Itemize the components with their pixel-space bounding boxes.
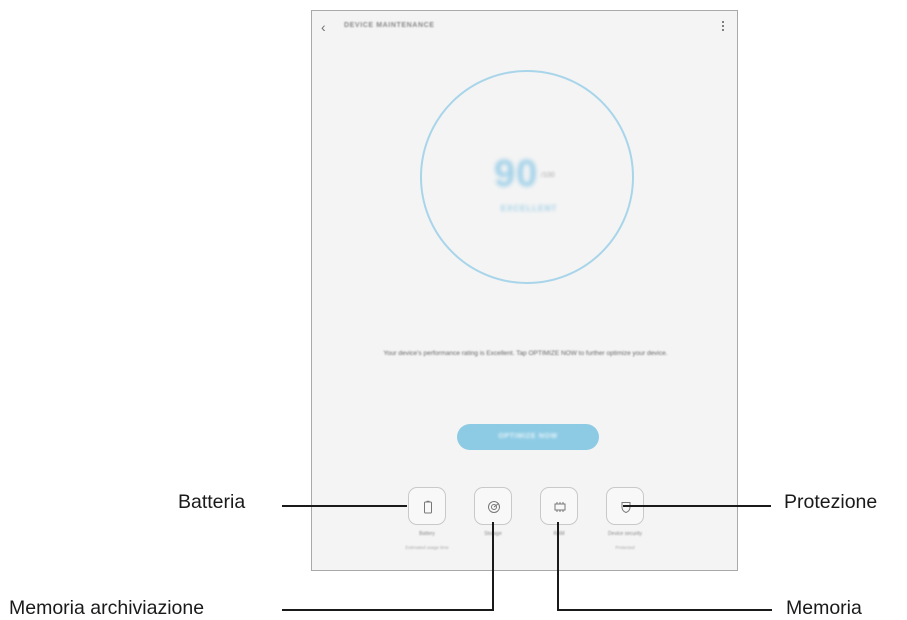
score-unit: /100	[541, 172, 555, 179]
rating-label: EXCELLENT	[500, 204, 558, 213]
callout-battery: Batteria	[178, 491, 246, 513]
score-value: 90	[494, 153, 539, 195]
battery-tile-sub: Estimated usage time	[405, 545, 449, 550]
callout-line-storage-h	[282, 609, 493, 611]
callout-line-storage-v	[492, 522, 494, 611]
callout-line-memory-h	[558, 609, 772, 611]
page-title: DEVICE MAINTENANCE	[344, 22, 435, 29]
shield-icon	[621, 502, 631, 514]
callout-security: Protezione	[784, 491, 878, 513]
memory-chip-icon	[554, 502, 566, 512]
callout-memory: Memoria	[786, 597, 862, 619]
memory-tile-label: RAM	[553, 531, 565, 537]
battery-tile[interactable]	[408, 487, 446, 525]
device-screen: ‹ DEVICE MAINTENANCE 90 /100 EXCELLENT Y…	[311, 10, 738, 571]
callout-line-memory-v	[557, 522, 559, 611]
callout-line-battery	[282, 505, 407, 507]
security-tile-sub: Protected	[615, 545, 635, 550]
optimize-now-label: OPTIMIZE NOW	[498, 433, 558, 440]
optimize-now-button[interactable]: OPTIMIZE NOW	[457, 424, 599, 450]
callout-line-security	[623, 505, 771, 507]
battery-icon	[424, 500, 432, 514]
back-arrow-icon[interactable]: ‹	[321, 18, 337, 36]
battery-tile-label: Battery	[419, 531, 435, 537]
memory-tile[interactable]	[540, 487, 578, 525]
top-bar: ‹ DEVICE MAINTENANCE	[312, 11, 737, 45]
callout-storage: Memoria archiviazione	[9, 597, 205, 619]
storage-icon	[488, 501, 500, 513]
storage-tile[interactable]	[474, 487, 512, 525]
security-tile-label: Device security	[608, 531, 642, 537]
status-description: Your device's performance rating is Exce…	[383, 350, 668, 357]
more-options-icon[interactable]	[719, 19, 727, 35]
